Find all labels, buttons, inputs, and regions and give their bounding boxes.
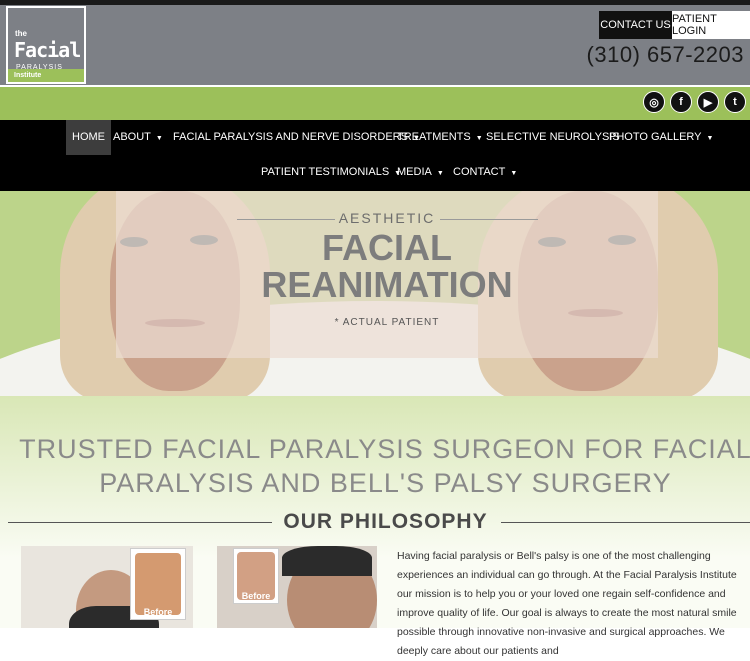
nav-item-facial-paralysis[interactable]: FACIAL PARALYSIS AND NERVE DISORDERS ▼ (173, 120, 420, 155)
nav-label: ABOUT (113, 131, 151, 143)
philosophy-paragraph: Having facial paralysis or Bell's palsy … (397, 550, 737, 657)
site-logo[interactable]: the Facial PARALYSIS Institute (6, 6, 86, 84)
nav-item-selective-neurolysis[interactable]: SELECTIVE NEUROLYSIS (486, 120, 620, 155)
nav-item-contact[interactable]: CONTACT ▼ (453, 155, 517, 190)
chevron-down-icon: ▼ (475, 135, 483, 142)
contact-us-button[interactable]: CONTACT US (599, 11, 672, 39)
before-photo-card: Before (233, 548, 279, 604)
page-heading-line2: PARALYSIS AND BELL'S PALSY SURGERY (99, 468, 672, 498)
instagram-icon[interactable]: ◎ (643, 91, 665, 113)
youtube-icon[interactable]: ▶ (697, 91, 719, 113)
nav-item-treatments[interactable]: TREATMENTS ▼ (397, 120, 483, 155)
nav-item-about[interactable]: ABOUT ▼ (113, 120, 163, 155)
phone-number[interactable]: (310) 657-2203 (587, 42, 744, 68)
hero-title-line2: REANIMATION (261, 264, 513, 305)
twitter-icon[interactable]: t (724, 91, 746, 113)
hero-caption: * ACTUAL PATIENT (334, 317, 440, 328)
section-title: OUR PHILOSOPHY (283, 510, 488, 533)
social-bar (0, 85, 750, 120)
hero-eyebrow: AESTHETIC (338, 210, 436, 226)
nav-item-photo-gallery[interactable]: PHOTO GALLERY ▼ (609, 120, 713, 155)
before-label: Before (143, 607, 173, 617)
doctor-with-patient-photo-2: Before (217, 546, 377, 628)
doctor-with-patient-photo: Before (21, 546, 193, 628)
logo-facial: Facial (14, 38, 81, 62)
facebook-icon[interactable]: f (670, 91, 692, 113)
chevron-down-icon: ▼ (436, 170, 444, 177)
nav-item-patient-testimonials[interactable]: PATIENT TESTIMONIALS ▼ (261, 155, 401, 190)
logo-institute: Institute (8, 69, 84, 82)
nav-label: SELECTIVE NEUROLYSIS (486, 131, 620, 143)
nav-item-home[interactable]: HOME (66, 120, 111, 155)
page-heading-line1: TRUSTED FACIAL PARALYSIS SURGEON FOR FAC… (19, 434, 750, 464)
chevron-down-icon: ▼ (510, 170, 518, 177)
nav-label: PHOTO GALLERY (609, 131, 702, 143)
nav-label: TREATMENTS (397, 131, 471, 143)
before-label: Before (241, 591, 271, 601)
nav-label: MEDIA (397, 166, 432, 178)
nav-label: HOME (72, 131, 105, 143)
nav-item-media[interactable]: MEDIA ▼ (397, 155, 444, 190)
page-heading: TRUSTED FACIAL PARALYSIS SURGEON FOR FAC… (0, 432, 750, 500)
nav-label: CONTACT (453, 166, 506, 178)
header-top-stripe (0, 0, 750, 5)
chevron-down-icon: ▼ (155, 135, 163, 142)
logo-the: the (15, 29, 27, 38)
nav-label: PATIENT TESTIMONIALS (261, 166, 390, 178)
hero-title-line1: FACIAL (322, 227, 452, 268)
chevron-down-icon: ▼ (706, 135, 714, 142)
before-photo-card: Before (130, 548, 186, 620)
patient-login-button[interactable]: PATIENT LOGIN (672, 11, 750, 39)
nav-label: FACIAL PARALYSIS AND NERVE DISORDERS (173, 131, 408, 143)
